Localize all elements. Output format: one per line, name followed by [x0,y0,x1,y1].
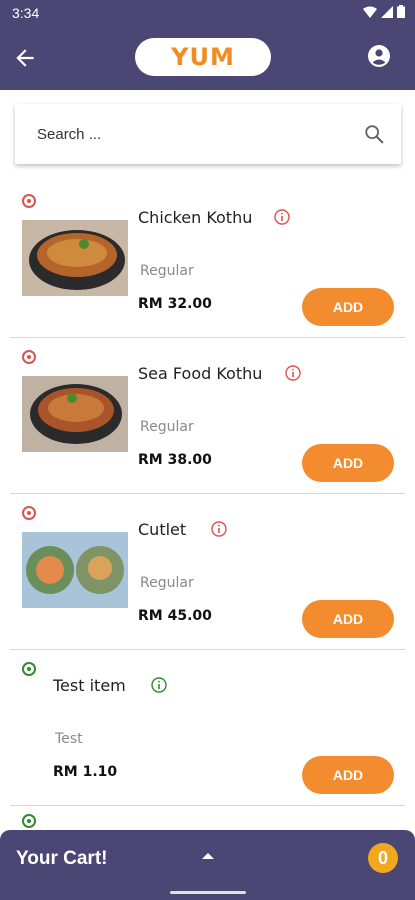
item-price: RM 1.10 [53,764,118,780]
veg-indicator-icon [22,662,36,676]
item-name: Sea Food Kothu [138,364,263,383]
add-button[interactable]: ADD [302,288,394,326]
info-icon[interactable] [211,521,227,537]
item-name: Test item [53,676,126,695]
item-variant: Regular [140,263,194,279]
wifi-icon [363,6,377,18]
info-icon[interactable] [274,209,290,225]
search-icon[interactable] [363,123,385,145]
cutlet-image [22,532,128,608]
add-button[interactable]: ADD [302,600,394,638]
menu-item: Chicken Kothu Regular RM 32.00 ADD [10,182,405,338]
cart-count-badge: 0 [368,843,398,873]
item-name: Chicken Kothu [138,208,253,227]
home-indicator[interactable] [170,891,246,894]
chevron-up-icon[interactable] [202,853,214,859]
menu-item: Cutlet Regular RM 45.00 ADD [10,494,405,650]
item-variant: Test [55,731,83,747]
info-icon[interactable] [151,677,167,693]
cart-label: Your Cart! [16,848,108,869]
item-variant: Regular [140,419,194,435]
status-time: 3:34 [12,5,40,21]
item-variant: Regular [140,575,194,591]
menu-item: Sea Food Kothu Regular RM 38.00 ADD [10,338,405,494]
veg-indicator-icon [22,350,36,364]
item-price: RM 38.00 [138,452,212,468]
sea-food-kothu-image [22,376,128,452]
item-price: RM 45.00 [138,608,212,624]
battery-icon [397,5,405,18]
item-name: Cutlet [138,520,187,539]
status-bar: 3:34 [0,0,415,24]
back-arrow-icon[interactable] [12,45,38,71]
chicken-kothu-image [22,220,128,296]
veg-indicator-icon [22,814,36,828]
add-button[interactable]: ADD [302,444,394,482]
item-price: RM 32.00 [138,296,212,312]
cart-bar[interactable]: Your Cart! 0 [0,830,415,900]
info-icon[interactable] [285,365,301,381]
search-placeholder: Search ... [37,126,102,143]
add-button[interactable]: ADD [302,756,394,794]
account-icon[interactable] [367,44,391,68]
status-icons [363,5,405,18]
menu-item: Test item Test RM 1.10 ADD [10,650,405,806]
veg-indicator-icon [22,194,36,208]
logo-text: YUM [171,43,235,71]
veg-indicator-icon [22,506,36,520]
signal-icon [381,5,393,18]
menu-item [10,806,405,830]
logo: YUM [135,38,271,76]
search-bar[interactable]: Search ... [15,104,401,164]
app-bar: YUM [0,24,415,90]
